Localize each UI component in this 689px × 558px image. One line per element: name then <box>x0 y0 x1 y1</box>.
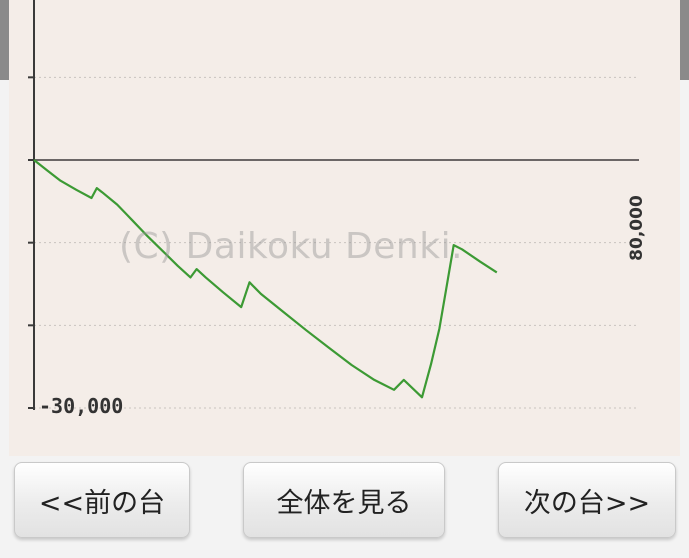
slump-graph-panel: (C) Daikoku Denki. -30,000 80,000 <box>9 0 680 456</box>
balance-line <box>33 159 498 399</box>
watermark: (C) Daikoku Denki. <box>119 226 464 267</box>
view-all-button[interactable]: 全体を見る <box>243 462 445 538</box>
x-axis-max-label: 80,000 <box>627 195 647 261</box>
previous-machine-button[interactable]: <<前の台 <box>14 462 190 538</box>
left-edge-decoration <box>0 0 9 80</box>
right-edge-decoration <box>679 0 689 80</box>
y-axis-min-label: -30,000 <box>39 394 124 418</box>
next-machine-button[interactable]: 次の台>> <box>498 462 676 538</box>
